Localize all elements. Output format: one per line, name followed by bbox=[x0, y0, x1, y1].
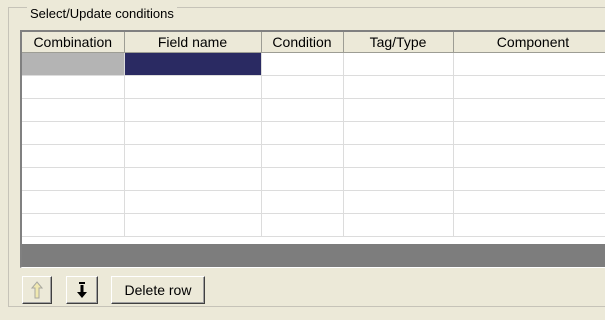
table-cell[interactable] bbox=[343, 75, 454, 99]
move-down-button[interactable] bbox=[66, 276, 98, 304]
delete-row-label: Delete row bbox=[124, 282, 192, 298]
conditions-table: Combination Field name Condition Tag/Typ… bbox=[22, 32, 605, 237]
table-cell[interactable] bbox=[261, 144, 344, 168]
table-row[interactable] bbox=[22, 167, 605, 191]
table-row[interactable] bbox=[22, 121, 605, 145]
table-row[interactable] bbox=[22, 144, 605, 168]
table-row[interactable] bbox=[22, 98, 605, 122]
table-cell[interactable] bbox=[124, 213, 262, 237]
grid-footer-bar bbox=[22, 244, 605, 267]
table-cell[interactable] bbox=[261, 213, 344, 237]
table-cell[interactable] bbox=[261, 190, 344, 214]
group-title: Select/Update conditions bbox=[27, 7, 177, 21]
table-cell[interactable] bbox=[124, 98, 262, 122]
table-cell[interactable] bbox=[22, 75, 125, 99]
column-header-tag-type[interactable]: Tag/Type bbox=[343, 32, 454, 53]
column-header-field-name[interactable]: Field name bbox=[124, 32, 262, 53]
table-cell[interactable] bbox=[22, 213, 125, 237]
table-cell[interactable] bbox=[124, 75, 262, 99]
table-cell[interactable] bbox=[261, 167, 344, 191]
table-cell[interactable] bbox=[261, 52, 344, 76]
table-row[interactable] bbox=[22, 75, 605, 99]
table-cell[interactable] bbox=[22, 190, 125, 214]
table-cell[interactable] bbox=[343, 98, 454, 122]
table-cell[interactable] bbox=[261, 75, 344, 99]
table-cell[interactable] bbox=[124, 144, 262, 168]
table-cell[interactable] bbox=[22, 167, 125, 191]
table-cell[interactable] bbox=[124, 190, 262, 214]
table-cell[interactable] bbox=[261, 121, 344, 145]
table-cell[interactable] bbox=[453, 213, 605, 237]
column-header-condition[interactable]: Condition bbox=[261, 32, 344, 53]
table-cell[interactable] bbox=[343, 52, 454, 76]
table-cell[interactable] bbox=[453, 167, 605, 191]
table-cell[interactable] bbox=[124, 167, 262, 191]
table-cell[interactable] bbox=[124, 121, 262, 145]
arrow-up-icon bbox=[31, 281, 43, 299]
table-row[interactable] bbox=[22, 52, 605, 76]
table-cell[interactable] bbox=[124, 52, 262, 76]
table-cell[interactable] bbox=[343, 121, 454, 145]
table-cell[interactable] bbox=[453, 98, 605, 122]
conditions-grid[interactable]: Combination Field name Condition Tag/Typ… bbox=[20, 30, 605, 268]
table-cell[interactable] bbox=[453, 75, 605, 99]
table-cell[interactable] bbox=[22, 121, 125, 145]
table-cell[interactable] bbox=[22, 52, 125, 76]
table-cell[interactable] bbox=[343, 167, 454, 191]
column-header-combination[interactable]: Combination bbox=[22, 32, 125, 53]
header-row: Combination Field name Condition Tag/Typ… bbox=[22, 32, 605, 53]
table-cell[interactable] bbox=[453, 52, 605, 76]
table-cell[interactable] bbox=[22, 144, 125, 168]
delete-row-button[interactable]: Delete row bbox=[111, 276, 205, 304]
arrow-down-icon bbox=[76, 281, 88, 299]
move-up-button[interactable] bbox=[22, 276, 52, 304]
table-cell[interactable] bbox=[343, 213, 454, 237]
table-cell[interactable] bbox=[261, 98, 344, 122]
table-cell[interactable] bbox=[453, 144, 605, 168]
table-cell[interactable] bbox=[343, 190, 454, 214]
column-header-component[interactable]: Component bbox=[453, 32, 605, 53]
table-row[interactable] bbox=[22, 213, 605, 237]
table-cell[interactable] bbox=[453, 190, 605, 214]
table-cell[interactable] bbox=[453, 121, 605, 145]
table-cell[interactable] bbox=[22, 98, 125, 122]
table-row[interactable] bbox=[22, 190, 605, 214]
table-cell[interactable] bbox=[343, 144, 454, 168]
